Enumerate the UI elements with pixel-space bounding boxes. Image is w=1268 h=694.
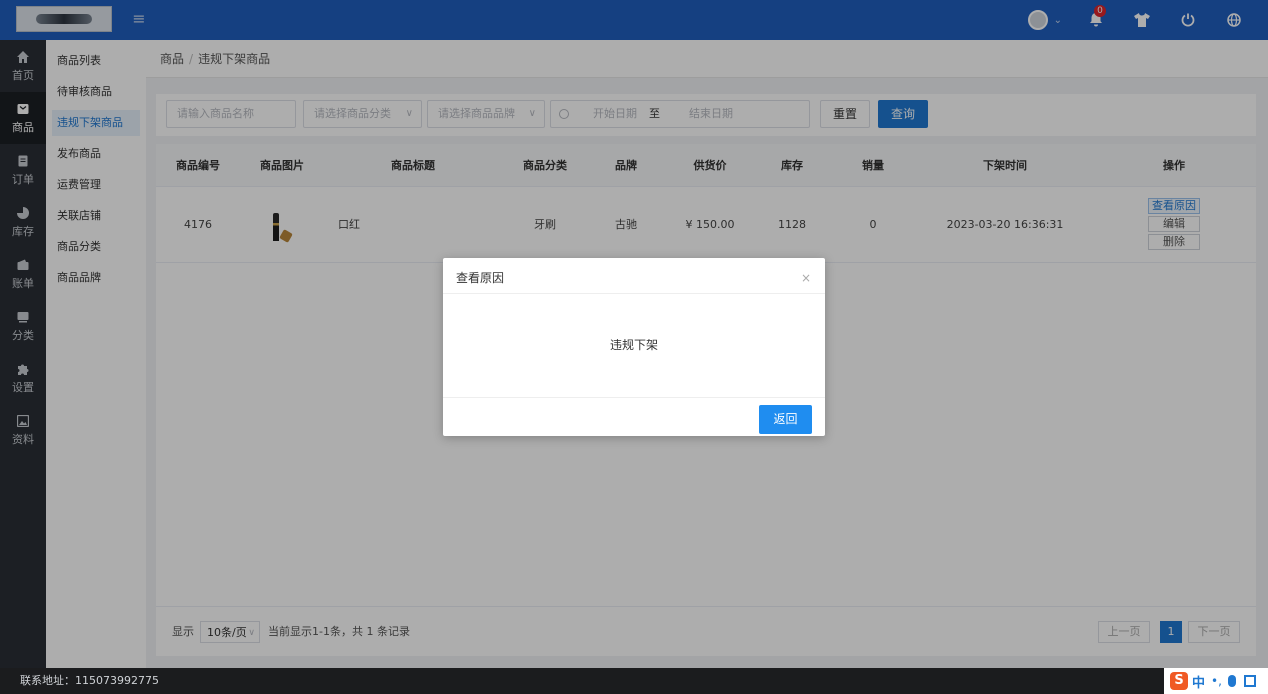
ime-punctuation-mode[interactable]: •, — [1211, 674, 1222, 688]
back-button[interactable]: 返回 — [759, 405, 812, 434]
grid-icon[interactable] — [1243, 675, 1256, 687]
view-reason-dialog: 查看原因 × 违规下架 返回 — [443, 258, 825, 436]
footer-bar: 联系地址：115073992775 — [0, 668, 1268, 694]
microphone-icon[interactable] — [1227, 675, 1236, 687]
dialog-footer: 返回 — [443, 398, 825, 436]
dialog-header: 查看原因 × — [443, 258, 825, 294]
dialog-title: 查看原因 — [456, 271, 505, 285]
dialog-body: 违规下架 — [443, 294, 825, 398]
sogou-logo-icon: S — [1170, 672, 1188, 690]
contact-address: 联系地址：115073992775 — [20, 674, 159, 687]
close-icon[interactable]: × — [801, 258, 811, 298]
ime-chinese-mode[interactable]: 中 — [1192, 672, 1205, 691]
ime-toolbar[interactable]: S 中 •, — [1164, 668, 1268, 694]
